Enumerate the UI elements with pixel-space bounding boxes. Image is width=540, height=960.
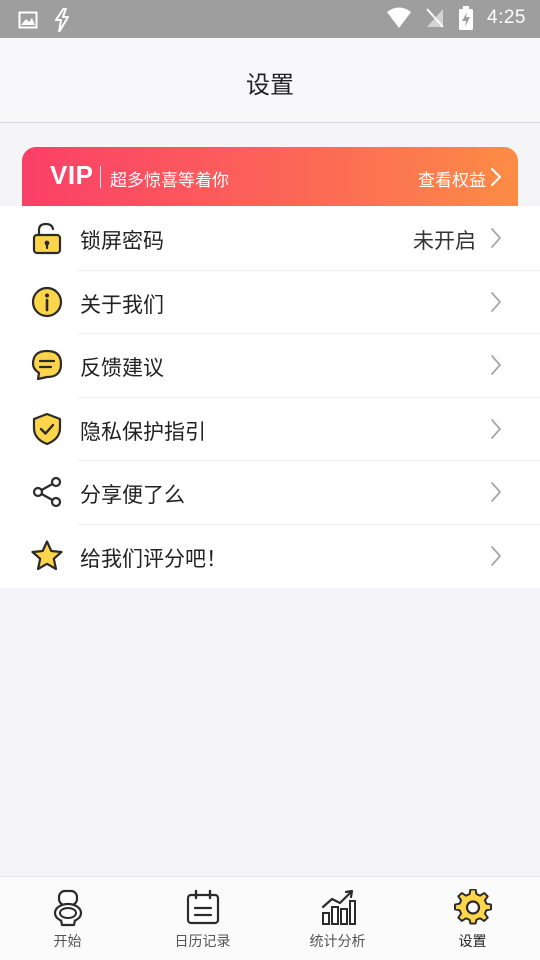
shield-check-icon bbox=[32, 412, 62, 445]
tab-label: 开始 bbox=[53, 934, 82, 950]
chevron-right-icon bbox=[491, 418, 501, 439]
info-icon bbox=[31, 286, 63, 317]
setting-label: 隐私保护指引 bbox=[80, 419, 206, 444]
page-title: 设置 bbox=[246, 71, 294, 99]
no-signal-icon bbox=[426, 8, 444, 28]
gear-icon bbox=[453, 889, 492, 925]
tab-label: 设置 bbox=[458, 934, 487, 950]
setting-label: 分享便了么 bbox=[80, 483, 185, 508]
battery-charging-icon bbox=[459, 6, 474, 30]
setting-label: 给我们评分吧！ bbox=[80, 546, 227, 571]
setting-privacy-guide[interactable]: 隐私保护指引 bbox=[0, 396, 540, 461]
setting-label: 关于我们 bbox=[80, 292, 164, 317]
tab-start[interactable]: 开始 bbox=[0, 877, 135, 960]
app-header: 设置 bbox=[0, 38, 540, 123]
chevron-right-icon bbox=[491, 355, 501, 376]
image-icon bbox=[18, 11, 38, 29]
status-time: 4:25 bbox=[487, 7, 526, 28]
tab-statistics[interactable]: 统计分析 bbox=[270, 877, 405, 960]
tab-label: 日历记录 bbox=[174, 934, 231, 950]
star-icon bbox=[31, 540, 63, 571]
setting-label: 锁屏密码 bbox=[80, 229, 164, 253]
vip-banner[interactable]: VIP 超多惊喜等着你 查看权益 bbox=[22, 147, 518, 206]
status-bar-right: 4:25 bbox=[387, 6, 526, 30]
vip-divider bbox=[100, 166, 101, 188]
status-bar: 4:25 bbox=[0, 0, 540, 38]
unlock-icon bbox=[32, 222, 62, 255]
setting-share-app[interactable]: 分享便了么 bbox=[0, 460, 540, 524]
settings-list: 锁屏密码 未开启 关于我们 反馈建议 隐私保护指引 分享便了么 给我们评分吧！ bbox=[0, 206, 540, 588]
message-icon bbox=[31, 350, 63, 381]
setting-feedback[interactable]: 反馈建议 bbox=[0, 333, 540, 397]
tab-calendar[interactable]: 日历记录 bbox=[135, 877, 270, 960]
chevron-right-icon bbox=[491, 228, 501, 248]
bolt-icon bbox=[55, 8, 69, 32]
setting-lock-screen-password[interactable]: 锁屏密码 未开启 bbox=[0, 206, 540, 270]
calendar-icon bbox=[186, 889, 219, 925]
vip-tagline: 超多惊喜等着你 bbox=[110, 171, 229, 191]
chevron-right-icon bbox=[491, 168, 501, 186]
setting-about-us[interactable]: 关于我们 bbox=[0, 269, 540, 334]
wifi-icon bbox=[387, 7, 412, 28]
vip-benefits-link[interactable]: 查看权益 bbox=[418, 166, 486, 191]
bottom-tab-bar: 开始 日历记录 统计分析 设置 bbox=[0, 876, 540, 960]
setting-rate-us[interactable]: 给我们评分吧！ bbox=[0, 523, 540, 588]
tab-label: 统计分析 bbox=[309, 934, 366, 950]
chart-icon bbox=[321, 889, 356, 925]
tab-settings[interactable]: 设置 bbox=[405, 877, 540, 960]
share-icon bbox=[32, 477, 62, 508]
chevron-right-icon bbox=[491, 546, 501, 566]
setting-label: 反馈建议 bbox=[80, 356, 164, 381]
chevron-right-icon bbox=[491, 291, 501, 312]
vip-mark: VIP bbox=[50, 160, 94, 190]
chevron-right-icon bbox=[491, 482, 501, 503]
status-bar-left bbox=[18, 8, 70, 32]
setting-value: 未开启 bbox=[413, 229, 476, 253]
toilet-icon bbox=[53, 889, 82, 927]
